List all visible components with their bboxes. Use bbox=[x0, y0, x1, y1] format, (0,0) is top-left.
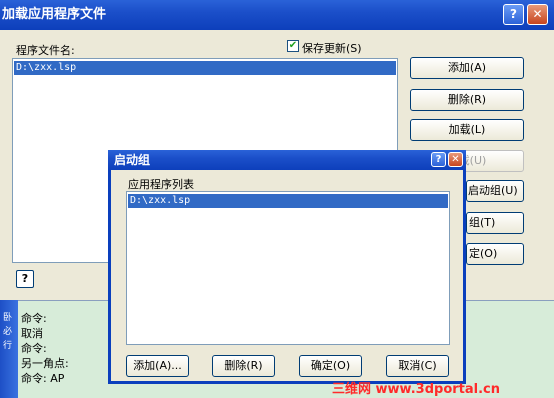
inner-delete-button[interactable]: 删除(R) bbox=[212, 355, 275, 377]
startup-group-dialog: 启动组 ? ✕ 应用程序列表 D:\zxx.lsp 添加(A)... 删除(R)… bbox=[108, 150, 466, 384]
load-button[interactable]: 加载(L) bbox=[410, 119, 524, 141]
command-side-bar: 卧 必 行 bbox=[0, 300, 18, 398]
command-line: 命令: bbox=[21, 312, 47, 325]
side-char: 卧 bbox=[3, 313, 13, 323]
list-item[interactable]: D:\zxx.lsp bbox=[14, 61, 396, 75]
application-list-label: 应用程序列表 bbox=[128, 178, 194, 191]
application-list[interactable]: D:\zxx.lsp bbox=[126, 191, 450, 345]
dialog-titlebar[interactable]: 加载应用程序文件 bbox=[0, 0, 554, 30]
inner-cancel-button[interactable]: 取消(C) bbox=[386, 355, 449, 377]
startup-group-button[interactable]: 启动组(U) bbox=[466, 180, 524, 202]
inner-help-icon[interactable]: ? bbox=[431, 152, 446, 167]
ok-button[interactable]: 定(O) bbox=[466, 243, 524, 265]
command-line: 取消 bbox=[21, 327, 43, 340]
command-line: 另一角点: bbox=[21, 357, 69, 370]
list-item[interactable]: D:\zxx.lsp bbox=[128, 194, 448, 208]
inner-ok-button[interactable]: 确定(O) bbox=[299, 355, 362, 377]
command-history: 命令: 取消 命令: 另一角点: 命令: AP bbox=[21, 311, 69, 386]
command-line: 命令: AP bbox=[21, 372, 65, 385]
dialog-title: 加载应用程序文件 bbox=[2, 7, 107, 22]
delete-button[interactable]: 删除(R) bbox=[410, 89, 524, 111]
command-line: 命令: bbox=[21, 342, 47, 355]
side-char: 行 bbox=[3, 341, 13, 351]
inner-title: 启动组 bbox=[114, 153, 151, 167]
inner-close-icon[interactable]: ✕ bbox=[448, 152, 463, 167]
save-updates-checkbox[interactable]: ✔ bbox=[287, 40, 299, 52]
inner-titlebar[interactable]: 启动组 bbox=[108, 150, 466, 170]
watermark: 三维网 www.3dportal.cn bbox=[332, 382, 501, 397]
help-button[interactable]: ? bbox=[16, 270, 34, 288]
help-icon[interactable]: ? bbox=[503, 4, 524, 25]
side-char: 必 bbox=[3, 327, 13, 337]
file-name-label: 程序文件名: bbox=[16, 44, 75, 57]
inner-add-button[interactable]: 添加(A)... bbox=[126, 355, 189, 377]
close-icon[interactable]: ✕ bbox=[527, 4, 548, 25]
save-updates-label[interactable]: 保存更新(S) bbox=[302, 40, 362, 56]
group-button[interactable]: 组(T) bbox=[466, 212, 524, 234]
add-button[interactable]: 添加(A) bbox=[410, 57, 524, 79]
